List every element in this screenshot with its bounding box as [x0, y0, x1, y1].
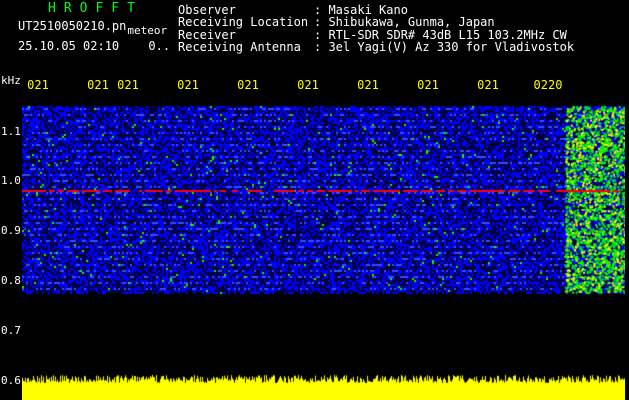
info-antenna: Receiving Antenna : 3el Yagi(V) Az 330 fo…	[178, 40, 575, 55]
spectrogram	[22, 96, 625, 368]
file-suffix: meteor	[127, 24, 168, 37]
info-label: Receiving Location	[178, 15, 309, 30]
file-name-text: UT2510050210.pn	[18, 19, 127, 33]
station-info: Observer: Masaki Kano Receiving Location…	[178, 4, 574, 54]
time-axis: 021 021 021 021 021 021 021 021 021 0220	[0, 78, 629, 94]
freq-tick: 0.6	[1, 374, 21, 387]
datetime-line: 25.10.05 02:10 0..	[18, 39, 170, 53]
time-tick: 021	[477, 78, 499, 92]
time-tick: 021	[117, 78, 139, 92]
time-tick: 021	[237, 78, 259, 92]
info-value: : 3el Yagi(V) Az 330 for Vladivostok	[314, 40, 575, 55]
freq-tick: 0.8	[1, 274, 21, 287]
freq-tick: 1.0	[1, 174, 21, 187]
time-tick: 021	[297, 78, 319, 92]
time-tick: 021	[177, 78, 199, 92]
file-name: UT2510050210.pnmeteor	[18, 19, 167, 37]
app-title: HROFFT	[48, 1, 143, 16]
freq-tick: 0.9	[1, 224, 21, 237]
time-tick: 021	[417, 78, 439, 92]
freq-unit: kHz	[1, 74, 21, 87]
freq-tick: 1.1	[1, 125, 21, 138]
count: 0..	[148, 39, 171, 53]
time-tick: 021	[357, 78, 379, 92]
info-label: Receiving Antenna	[178, 40, 301, 55]
header-panel: HROFFT UT2510050210.pnmeteor 25.10.05 02…	[0, 0, 629, 74]
freq-tick: 0.7	[1, 324, 21, 337]
signal-meter	[22, 370, 625, 400]
time-tick: 021	[87, 78, 109, 92]
freq-axis: kHz 1.1 1.0 0.9 0.8 0.7 0.6	[0, 74, 22, 400]
time-tick: 021	[27, 78, 49, 92]
time-tick: 0220	[533, 78, 563, 92]
datetime: 25.10.05 02:10	[18, 39, 120, 53]
